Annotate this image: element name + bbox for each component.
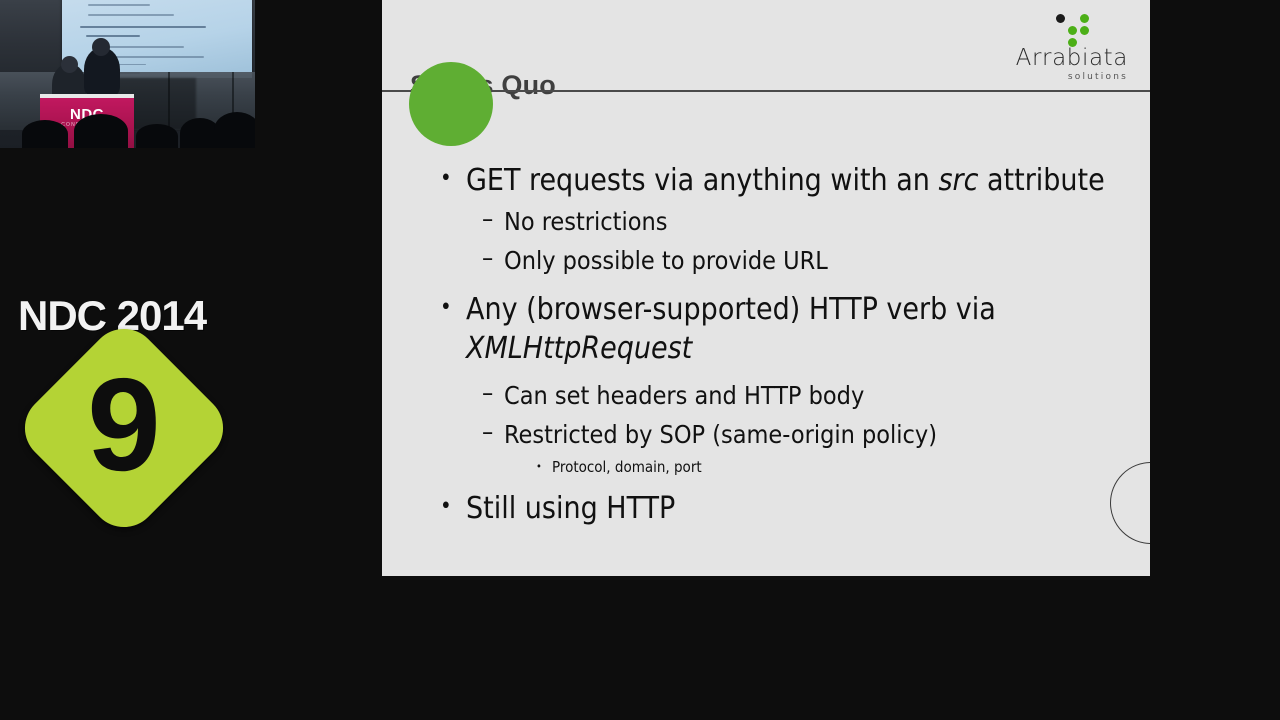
- bullet-level1: • GET requests via anything with an src …: [440, 162, 1130, 200]
- bullet-text: Any (browser-supported) HTTP verb via XM…: [466, 291, 1130, 368]
- bullet-text: Still using HTTP: [466, 490, 676, 526]
- ndc-badge-number: 9: [87, 351, 161, 498]
- audience-silhouette: [22, 120, 68, 148]
- bullet-text-italic: XMLHttpRequest: [466, 330, 693, 366]
- bullet-text-italic: src: [938, 163, 979, 198]
- bullet-marker-icon: •: [536, 460, 542, 474]
- title-divider-rule: [382, 90, 1150, 92]
- bullet-marker-icon: •: [440, 493, 452, 519]
- audience-silhouette: [74, 114, 128, 148]
- logo-brand-subtitle: solutions: [1067, 72, 1128, 82]
- bullet-marker-icon: •: [440, 295, 452, 321]
- arrabiata-solutions-logo: Arrabiata solutions: [998, 14, 1128, 90]
- logo-brand-name: Arrabiata: [1015, 45, 1128, 71]
- bullet-level2: – Only possible to provide URL: [482, 245, 1130, 278]
- bullet-text: Restricted by SOP (same-origin policy): [504, 419, 938, 449]
- slide-bullet-list: • GET requests via anything with an src …: [440, 160, 1130, 528]
- audience-silhouette: [136, 124, 178, 148]
- bullet-level1: • Any (browser-supported) HTTP verb via …: [440, 291, 1130, 368]
- bullet-marker-icon: •: [440, 166, 452, 191]
- bullet-text: No restrictions: [504, 207, 668, 237]
- conference-video-thumbnail[interactable]: NDC CONFERENCES: [0, 0, 255, 148]
- ndc-2014-logo: NDC 2014 9: [10, 292, 248, 542]
- bullet-level3: • Protocol, domain, port: [536, 458, 1130, 478]
- bullet-text: Only possible to provide URL: [504, 245, 828, 275]
- second-person-head: [92, 38, 110, 56]
- bullet-marker-icon: –: [482, 204, 494, 234]
- green-accent-circle: [409, 62, 493, 146]
- bullet-level2: – No restrictions: [482, 206, 1130, 239]
- speaker-head: [61, 56, 78, 73]
- presentation-slide: Status Quo • GET requests via anything w…: [382, 0, 1150, 576]
- bullet-level2: – Restricted by SOP (same-origin policy): [482, 419, 1130, 452]
- bullet-marker-icon: –: [482, 378, 494, 408]
- bullet-text-after: attribute: [978, 163, 1105, 198]
- bullet-text-before: GET requests via anything with an: [466, 163, 939, 198]
- audience-silhouette: [214, 112, 255, 148]
- bullet-marker-icon: –: [482, 242, 494, 272]
- bullet-text: GET requests via anything with an src at…: [466, 162, 1130, 200]
- bullet-text: Can set headers and HTTP body: [504, 381, 865, 411]
- bullet-text: Protocol, domain, port: [552, 458, 702, 477]
- bullet-level2: – Can set headers and HTTP body: [482, 380, 1130, 413]
- bullet-text-before: Any (browser-supported) HTTP verb via: [466, 292, 996, 328]
- bullet-marker-icon: –: [482, 416, 494, 446]
- bullet-level1: • Still using HTTP: [440, 490, 1130, 528]
